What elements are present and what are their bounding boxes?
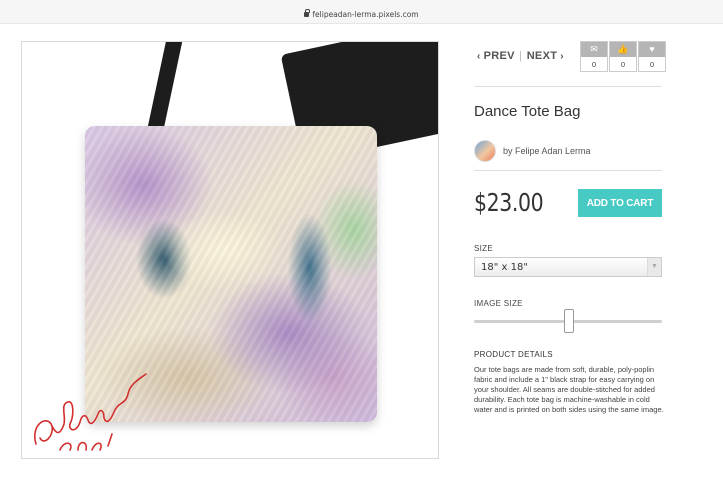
- url-text: felipeadan-lerma.pixels.com: [312, 10, 419, 19]
- avatar[interactable]: [474, 140, 496, 162]
- lock-icon: [304, 9, 310, 17]
- size-select[interactable]: 18" x 18" ▼: [474, 257, 662, 277]
- comment-button[interactable]: ✉ 0: [580, 41, 608, 72]
- product-title: Dance Tote Bag: [474, 103, 581, 120]
- prev-link[interactable]: ‹ PREV: [474, 50, 515, 62]
- artist-byline[interactable]: by Felipe Adan Lerma: [474, 140, 591, 162]
- heart-icon: ♥: [649, 44, 655, 54]
- browser-bar: felipeadan-lerma.pixels.com: [0, 0, 723, 24]
- divider: [474, 86, 662, 87]
- favorite-count: 0: [649, 60, 655, 69]
- divider: [474, 170, 662, 171]
- chevron-down-icon: ▼: [647, 258, 661, 276]
- price: $23.00: [474, 188, 544, 217]
- image-size-label: IMAGE SIZE: [474, 299, 523, 308]
- comment-icon: ✉: [590, 44, 598, 54]
- address-bar[interactable]: felipeadan-lerma.pixels.com: [0, 9, 723, 19]
- next-link[interactable]: NEXT ›: [527, 50, 567, 62]
- image-size-slider-handle[interactable]: [564, 309, 574, 333]
- artist-signature: [34, 373, 147, 451]
- product-pagination: ‹ PREV | NEXT ›: [474, 50, 567, 62]
- like-button[interactable]: 👍 0: [609, 41, 637, 72]
- product-details-heading: PRODUCT DETAILS: [474, 350, 553, 359]
- like-count: 0: [620, 60, 626, 69]
- comment-count: 0: [591, 60, 597, 69]
- product-image[interactable]: [21, 41, 439, 459]
- size-label: SIZE: [474, 244, 493, 253]
- chevron-right-icon: ›: [560, 51, 564, 62]
- product-details-text: Our tote bags are made from soft, durabl…: [474, 365, 664, 414]
- favorite-button[interactable]: ♥ 0: [638, 41, 666, 72]
- thumbs-up-icon: 👍: [617, 44, 629, 54]
- nav-separator: |: [519, 50, 523, 62]
- artist-name[interactable]: by Felipe Adan Lerma: [503, 146, 591, 156]
- chevron-left-icon: ‹: [477, 51, 481, 62]
- social-actions: ✉ 0 👍 0 ♥ 0: [580, 41, 667, 72]
- add-to-cart-button[interactable]: ADD TO CART: [578, 189, 662, 217]
- size-selected-value: 18" x 18": [481, 262, 528, 273]
